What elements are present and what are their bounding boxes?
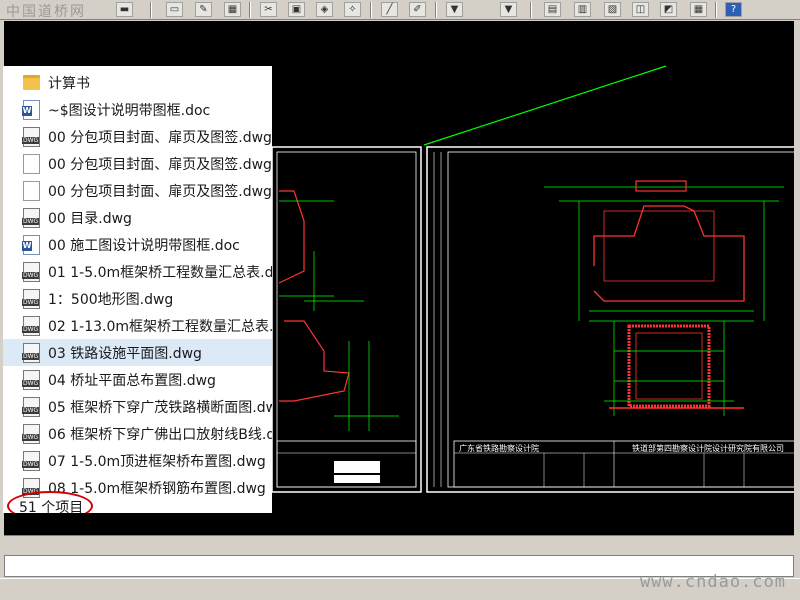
file-name: 00 目录.dwg [48,210,132,227]
dwg-file-icon [22,369,40,390]
paste-icon[interactable]: ◈ [316,2,333,17]
file-item[interactable]: 03 铁路设施平面图.dwg [3,339,272,366]
left-sheet-frame [271,146,422,493]
word-doc-icon [22,99,40,120]
toolbar-separator [530,2,532,18]
arrow-down-icon[interactable]: ▼ [500,2,517,17]
zoom-icon[interactable]: ◫ [632,2,649,17]
pen-icon[interactable]: ╱ [381,2,398,17]
dwg-file-icon [22,342,40,363]
toolbar-separator [150,2,152,18]
file-name: 06 框架桥下穿广佛出口放射线B线.dwg [48,426,272,443]
file-name: 计算书 [48,75,90,92]
help-icon[interactable]: ? [725,2,742,17]
file-item[interactable]: 00 分包项目封面、扉页及图签.dwg [3,150,272,177]
file-item[interactable]: 00 分包项目封面、扉页及图签.dwg [3,177,272,204]
copy-icon[interactable]: ▣ [288,2,305,17]
red-section-left [278,190,305,284]
toolbar-separator [435,2,437,18]
brush-icon[interactable]: ✐ [409,2,426,17]
watermark-logo: 中国道桥网 [6,4,86,20]
file-name: 00 分包项目封面、扉页及图签.dwg [48,156,272,173]
view-icon[interactable]: ◩ [660,2,677,17]
folder-icon [23,75,40,90]
file-name: 01 1-5.0m框架桥工程数量汇总表.dwg [48,264,272,281]
file-list-panel: 计算书 ~$图设计说明带图框.doc 00 分包项目封面、扉页及图签.dwg 00 分… [3,66,272,513]
file-item[interactable]: 计算书 [3,69,272,96]
file-item[interactable]: 00 目录.dwg [3,204,272,231]
file-name: 00 分包项目封面、扉页及图签.dwg [48,183,272,200]
word-doc-icon [22,234,40,255]
file-name: 05 框架桥下穿广茂铁路横断面图.dwg [48,399,272,416]
toolbar-separator [249,2,251,18]
preview-icon[interactable]: ✎ [195,2,212,17]
toolbar: 中国道桥网 ▬ ▭ ✎ ▦ ✂ ▣ ◈ ✧ ╱ ✐ ▼ ▼ ▤ ▥ ▧ ◫ ◩ … [0,0,800,20]
file-item[interactable]: 07 1-5.0m顶进框架桥布置图.dwg [3,447,272,474]
file-name: 07 1-5.0m顶进框架桥布置图.dwg [48,453,266,470]
file-item[interactable]: 01 1-5.0m框架桥工程数量汇总表.dwg [3,258,272,285]
layer-icon[interactable]: ▤ [544,2,561,17]
grid-icon[interactable]: ▦ [690,2,707,17]
file-name: 02 1-13.0m框架桥工程数量汇总表.dwg [48,318,272,335]
cut-icon[interactable]: ✂ [260,2,277,17]
file-name: 04 桥址平面总布置图.dwg [48,372,216,389]
grid-icon[interactable]: ▦ [224,2,241,17]
dwg-file-icon [22,315,40,336]
file-name: 00 分包项目封面、扉页及图签.dwg [48,129,272,146]
file-item[interactable]: 06 框架桥下穿广佛出口放射线B线.dwg [3,420,272,447]
red-section-elevation [593,205,745,302]
right-sheet-title-left: 广东省铁路勘察设计院 [459,443,539,453]
dwg-file-icon [22,423,40,444]
save-icon[interactable]: ▬ [116,2,133,17]
dwg-file-icon [22,288,40,309]
file-item[interactable]: 1：500地形图.dwg [3,285,272,312]
blank-file-icon [23,180,40,201]
site-watermark: www.cndao.com [639,572,786,592]
dwg-file-icon [22,450,40,471]
toolbar-separator [370,2,372,18]
file-name: 1：500地形图.dwg [48,291,174,308]
match-icon[interactable]: ✧ [344,2,361,17]
arrow-down-icon[interactable]: ▼ [446,2,463,17]
right-sheet-frame [426,146,794,493]
print-icon[interactable]: ▭ [166,2,183,17]
item-count: 51 个项目 [19,500,84,513]
right-sheet-title-right: 铁道部第四勘察设计院设计研究院有限公司 [632,443,784,453]
file-item[interactable]: ~$图设计说明带图框.doc [3,96,272,123]
green-line [423,65,667,146]
blank-file-icon [23,153,40,174]
cad-window: 中国道桥网 ▬ ▭ ✎ ▦ ✂ ▣ ◈ ✧ ╱ ✐ ▼ ▼ ▤ ▥ ▧ ◫ ◩ … [0,0,800,600]
horizontal-scrollbar[interactable] [4,535,794,553]
file-name: 00 施工图设计说明带图框.doc [48,237,240,254]
file-name: 03 铁路设施平面图.dwg [48,345,202,362]
file-list: 计算书 ~$图设计说明带图框.doc 00 分包项目封面、扉页及图签.dwg 00 分… [3,69,272,501]
file-item[interactable]: 02 1-13.0m框架桥工程数量汇总表.dwg [3,312,272,339]
file-item[interactable]: 04 桥址平面总布置图.dwg [3,366,272,393]
red-box-section [627,324,711,408]
calc-icon[interactable]: ▧ [604,2,621,17]
dwg-file-icon [22,396,40,417]
dwg-file-icon [22,126,40,147]
dwg-file-icon [22,261,40,282]
dwg-file-icon [22,207,40,228]
file-name: ~$图设计说明带图框.doc [48,102,211,119]
file-item[interactable]: 00 施工图设计说明带图框.doc [3,231,272,258]
table-icon[interactable]: ▥ [574,2,591,17]
file-item[interactable]: 05 框架桥下穿广茂铁路横断面图.dwg [3,393,272,420]
toolbar-separator [715,2,717,18]
file-item[interactable]: 00 分包项目封面、扉页及图签.dwg [3,123,272,150]
